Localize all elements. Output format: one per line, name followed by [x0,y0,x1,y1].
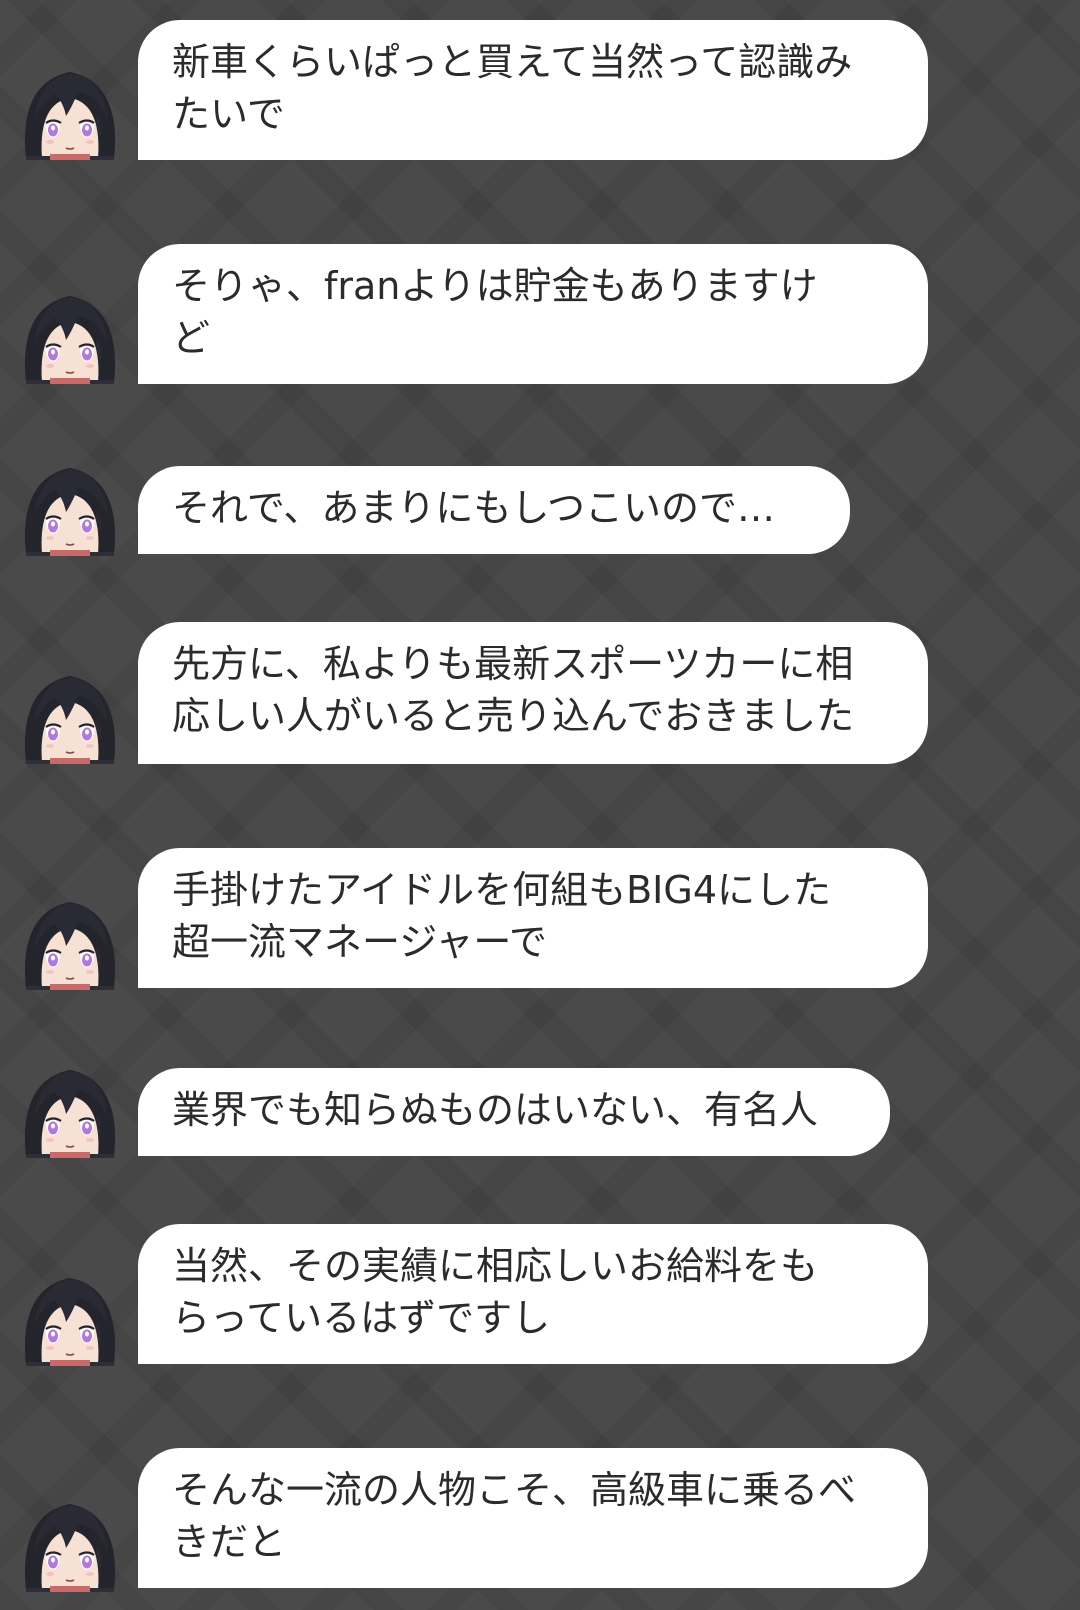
avatar [20,1060,120,1158]
black-haired-girl-avatar-icon [20,1494,120,1592]
avatar [20,62,120,160]
black-haired-girl-avatar-icon [20,1060,120,1158]
black-haired-girl-avatar-icon [20,892,120,990]
avatar [20,1494,120,1592]
avatar [20,458,120,556]
message-bubble: 当然、その実績に相応しいお給料をも らっているはずですし [138,1224,928,1364]
message-bubble: そんな一流の人物こそ、高級車に乗るべ きだと [138,1448,928,1588]
black-haired-girl-avatar-icon [20,62,120,160]
black-haired-girl-avatar-icon [20,666,120,764]
message-bubble: 先方に、私よりも最新スポーツカーに相 応しい人がいると売り込んでおきました [138,622,928,764]
avatar [20,892,120,990]
message-bubble: 手掛けたアイドルを何組もBIG4にした 超一流マネージャーで [138,848,928,988]
avatar [20,286,120,384]
message-bubble: 業界でも知らぬものはいない、有名人 [138,1068,890,1156]
message-bubble: 新車くらいぱっと買えて当然って認識み たいで [138,20,928,160]
avatar [20,666,120,764]
black-haired-girl-avatar-icon [20,286,120,384]
avatar [20,1268,120,1366]
message-bubble: そりゃ、franよりは貯金もありますけ ど [138,244,928,384]
message-bubble: それで、あまりにもしつこいので… [138,466,850,554]
black-haired-girl-avatar-icon [20,1268,120,1366]
chat-log: 新車くらいぱっと買えて当然って認識み たいで そりゃ、franよりは貯金もありま… [0,0,1080,1610]
black-haired-girl-avatar-icon [20,458,120,556]
